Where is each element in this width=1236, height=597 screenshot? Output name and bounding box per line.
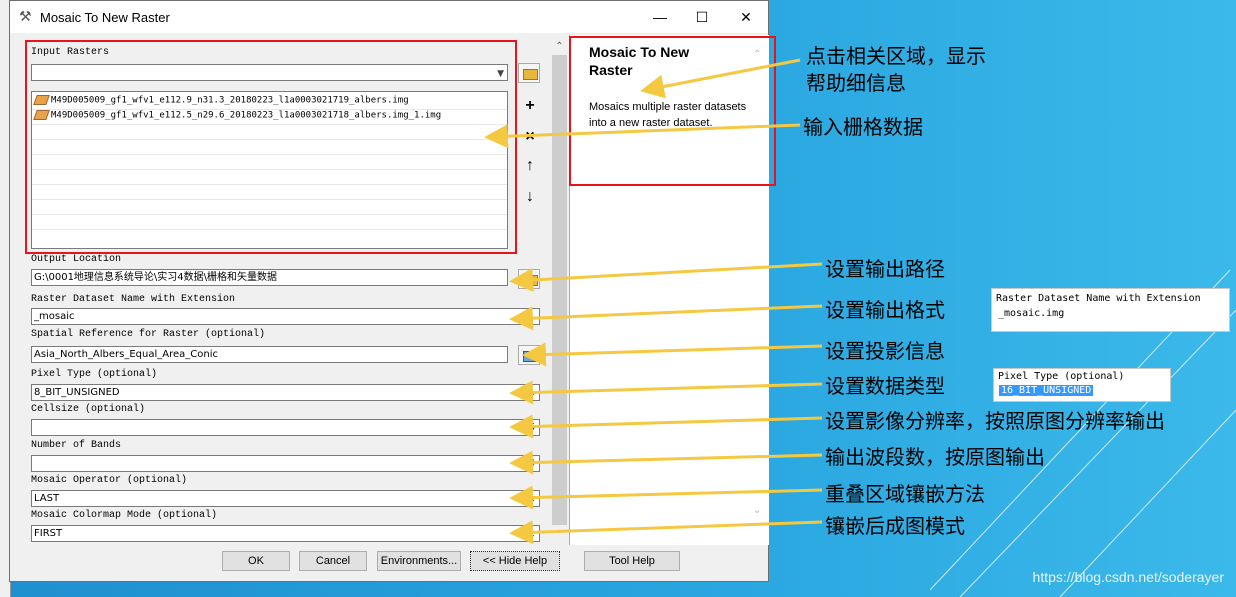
annotation-data-type: 设置数据类型 (825, 374, 945, 398)
annotation-output-format: 设置输出格式 (825, 298, 945, 322)
dataset-name-inset: Raster Dataset Name with Extension _mosa… (991, 288, 1230, 332)
annotation-click-help-2: 帮助细信息 (806, 71, 906, 95)
inset-pixel-label: Pixel Type (optional) (998, 371, 1125, 382)
annotation-output-path: 设置输出路径 (825, 257, 945, 281)
annotation-output-mode: 镶嵌后成图模式 (825, 514, 965, 538)
watermark-url: https://blog.csdn.net/soderayer (1032, 569, 1224, 585)
pixel-type-inset: Pixel Type (optional) 16_BIT_UNSIGNED (993, 368, 1171, 402)
annotation-resolution: 设置影像分辨率，按照原图分辨率输出 (825, 409, 1165, 433)
annotation-input-raster: 输入栅格数据 (803, 115, 923, 139)
inset-pixel-value: 16_BIT_UNSIGNED (999, 385, 1094, 396)
annotation-band-count: 输出波段数，按原图输出 (825, 445, 1045, 469)
annotation-click-help-1: 点击相关区域，显示 (806, 44, 986, 68)
inset-dataset-label: Raster Dataset Name with Extension (996, 293, 1201, 304)
annotation-projection: 设置投影信息 (825, 339, 945, 363)
inset-dataset-value: _mosaic.img (998, 308, 1065, 319)
annotation-overlap: 重叠区域镶嵌方法 (825, 482, 985, 506)
